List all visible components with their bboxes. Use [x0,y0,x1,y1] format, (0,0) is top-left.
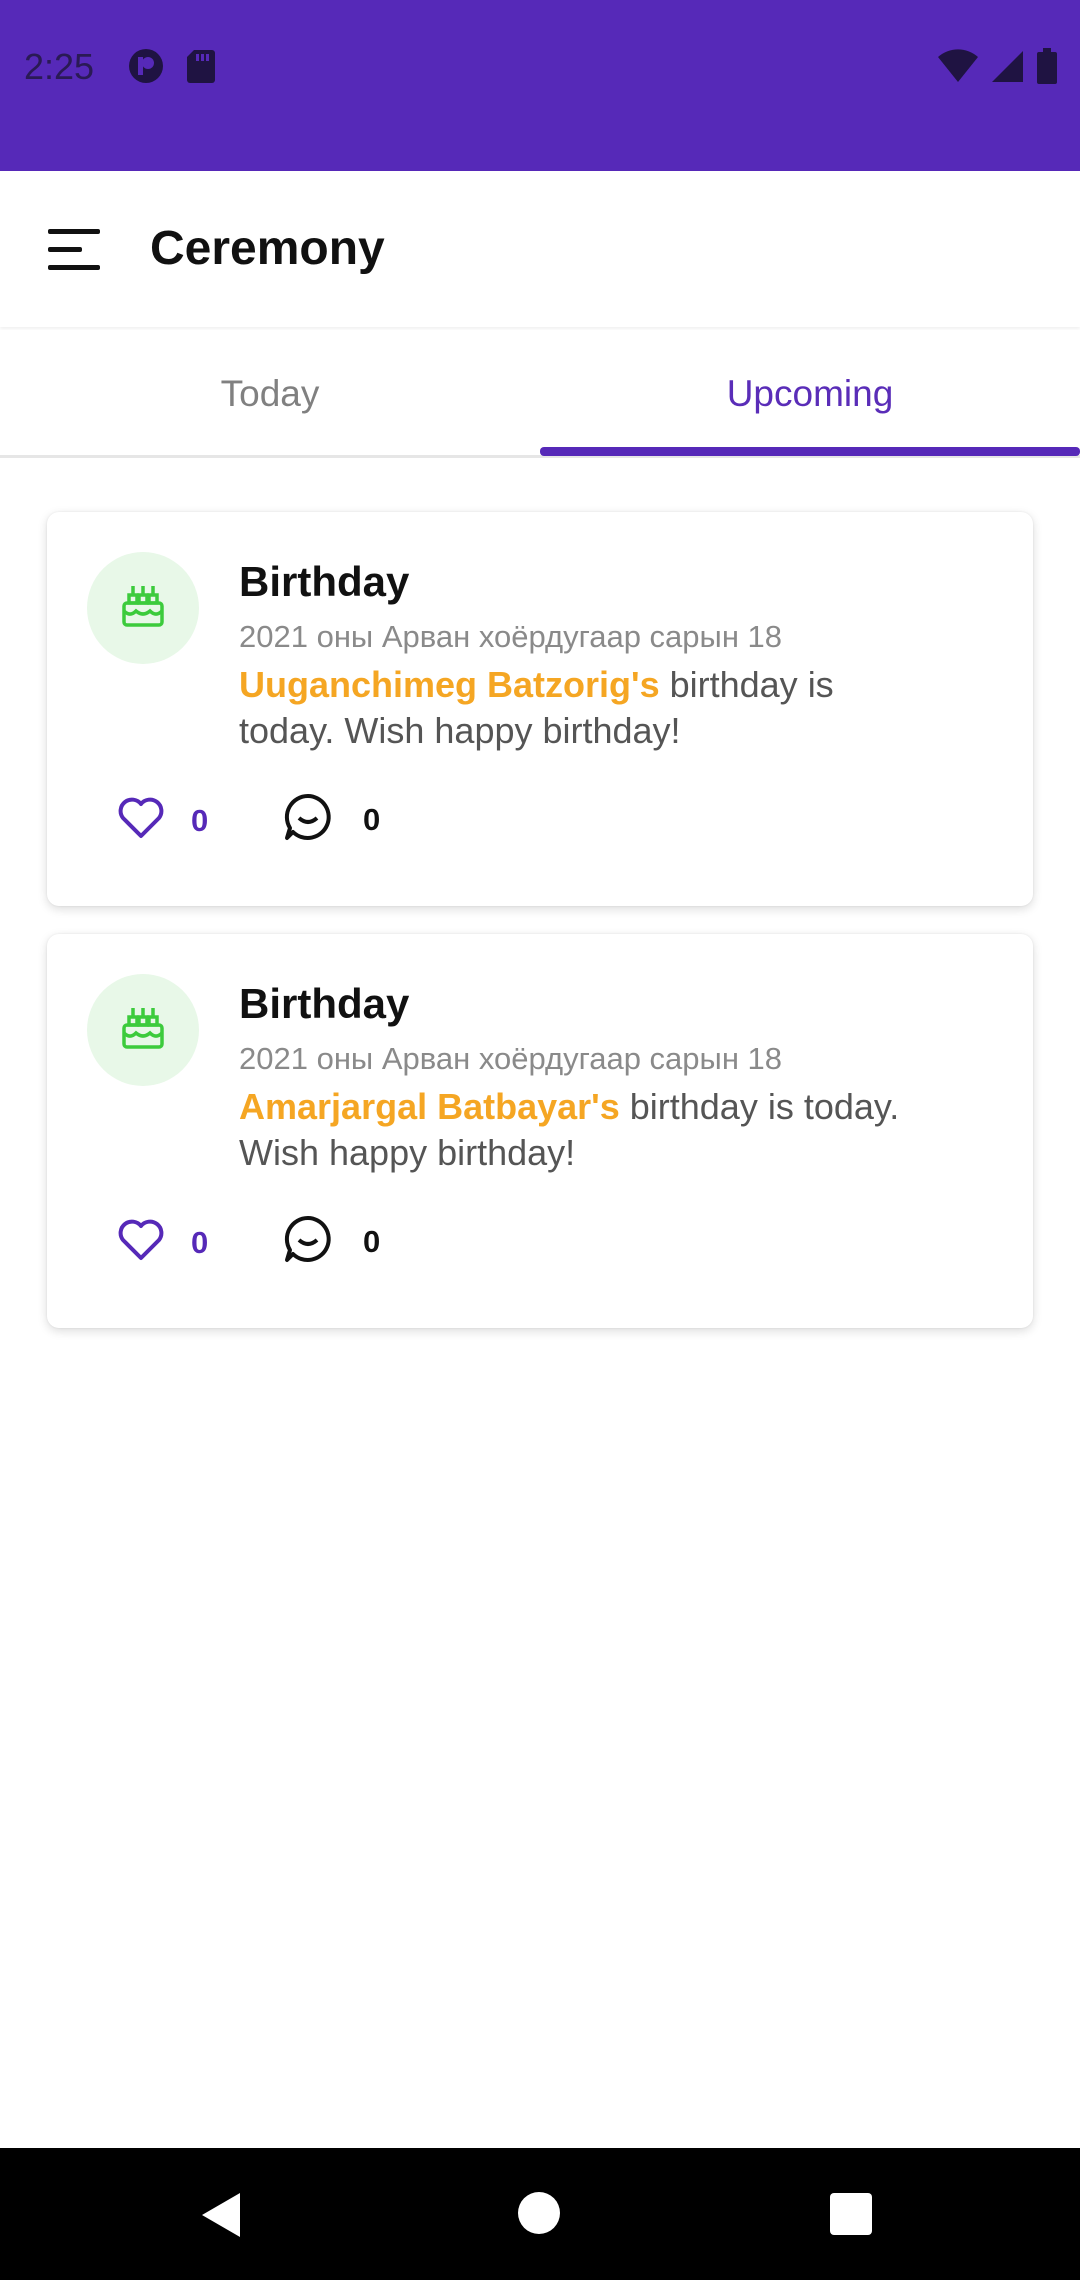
wifi-icon [938,49,978,88]
cellular-signal-icon [990,49,1024,88]
person-name[interactable]: Amarjargal Batbayar's [239,1086,620,1127]
birthday-card[interactable]: Birthday 2021 оны Арван хоёрдугаар сарын… [47,512,1033,906]
comment-button[interactable]: 0 [283,1214,380,1269]
app-notification-icon [128,48,164,89]
status-bar: 2:25 [0,0,1080,171]
like-count: 0 [191,802,209,838]
battery-icon [1036,48,1058,89]
comment-count: 0 [363,1223,381,1259]
person-name[interactable]: Uuganchimeg Batzorig's [239,664,660,705]
home-icon[interactable] [518,2192,560,2234]
card-date: 2021 оны Арван хоёрдугаар сарын 18 [239,1041,783,1076]
like-count: 0 [191,1224,209,1260]
avatar [87,974,199,1086]
hamburger-menu-icon[interactable] [48,223,100,275]
tab-today[interactable]: Today [0,330,540,458]
card-message: Amarjargal Batbayar's birthday is today.… [239,1084,919,1176]
tab-upcoming[interactable]: Upcoming [540,330,1080,458]
card-date: 2021 оны Арван хоёрдугаар сарын 18 [239,619,783,654]
like-button[interactable]: 0 [117,796,208,845]
card-title: Birthday [239,980,410,1027]
avatar [87,552,199,664]
birthday-cake-icon [119,582,167,635]
recents-icon[interactable] [830,2193,872,2235]
status-time: 2:25 [24,46,95,87]
comment-icon[interactable] [283,1214,333,1269]
card-message: Uuganchimeg Batzorig's birthday is today… [239,662,919,754]
back-icon[interactable] [198,2190,244,2245]
comment-count: 0 [363,801,381,837]
app-bar: Ceremony [0,171,1080,327]
navigation-bar [0,2148,1080,2280]
page-title: Ceremony [150,222,385,275]
comment-button[interactable]: 0 [283,792,380,847]
birthday-card[interactable]: Birthday 2021 оны Арван хоёрдугаар сарын… [47,934,1033,1328]
birthday-cake-icon [119,1004,167,1057]
tab-bar: Today Upcoming [0,330,1080,458]
sd-card-icon [186,48,216,89]
heart-icon[interactable] [117,1218,165,1267]
tab-indicator [540,447,1080,456]
heart-icon[interactable] [117,796,165,845]
like-button[interactable]: 0 [117,1218,208,1267]
card-title: Birthday [239,558,410,605]
comment-icon[interactable] [283,792,333,847]
